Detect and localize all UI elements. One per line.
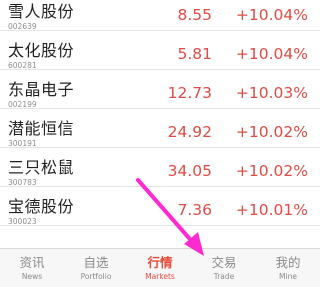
tab-portfolio[interactable]: 自选 Portfolio [64,249,128,287]
stock-change-percent: +10.04% [235,6,308,24]
stock-code: 600281 [8,61,37,70]
stock-name: 雪人股份 [8,2,75,21]
stock-price: 34.05 [167,162,212,180]
tab-sublabel: Portfolio [80,272,112,281]
stock-row[interactable]: 东晶电子 002199 12.73 +10.03% [0,70,320,109]
tab-trade[interactable]: 交易 Trade [192,249,256,287]
tab-label: 我的 [275,255,301,270]
stock-row[interactable]: 三只松鼠 300783 34.05 +10.02% [0,148,320,187]
bottom-tab-bar: 资讯 News 自选 Portfolio 行情 Markets 交易 Trade… [0,248,320,287]
stock-code: 002199 [8,100,37,109]
stock-code: 002639 [8,22,37,31]
stock-name: 太化股份 [8,41,75,60]
stock-row[interactable]: 潜能恒信 300191 24.92 +10.02% [0,109,320,148]
tab-label: 交易 [211,255,237,270]
tab-mine[interactable]: 我的 Mine [256,249,320,287]
stock-row[interactable]: 太化股份 600281 5.81 +10.04% [0,31,320,70]
stock-list: 雪人股份 002639 8.55 +10.04% 太化股份 600281 5.8… [0,0,320,265]
tab-sublabel: News [21,272,43,281]
stock-change-percent: +10.03% [235,84,308,102]
stock-change-percent: +10.02% [235,162,308,180]
stock-change-percent: +10.02% [235,123,308,141]
stock-name: 三只松鼠 [8,158,75,177]
stock-price: 8.55 [177,6,212,24]
tab-label: 自选 [83,255,109,270]
tab-news[interactable]: 资讯 News [0,249,64,287]
stock-name: 东晶电子 [8,80,75,99]
tab-label: 资讯 [19,255,45,270]
stock-name: 宝德股份 [8,197,75,216]
stock-name: 潜能恒信 [8,119,75,138]
tab-markets[interactable]: 行情 Markets [128,249,192,287]
stock-code: 300023 [8,217,37,226]
stock-row[interactable]: 雪人股份 002639 8.55 +10.04% [0,0,320,31]
tab-sublabel: Mine [279,272,297,281]
stock-price: 12.73 [167,84,212,102]
stock-code: 300191 [8,139,37,148]
tab-label: 行情 [147,255,173,270]
stock-price: 7.36 [177,201,212,219]
stock-change-percent: +10.04% [235,45,308,63]
tab-sublabel: Trade [213,272,235,281]
stock-row[interactable]: 宝德股份 300023 7.36 +10.01% [0,187,320,226]
stock-market-screen: 雪人股份 002639 8.55 +10.04% 太化股份 600281 5.8… [0,0,320,287]
stock-price: 5.81 [177,45,212,63]
stock-code: 300783 [8,178,37,187]
stock-price: 24.92 [167,123,212,141]
stock-change-percent: +10.01% [235,201,308,219]
tab-sublabel: Markets [145,272,175,281]
